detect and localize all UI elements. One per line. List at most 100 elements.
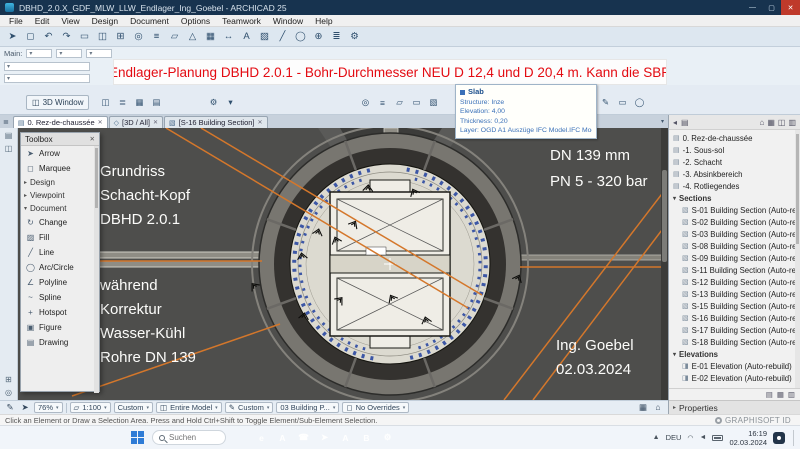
language-indicator[interactable]: DEU <box>666 433 682 442</box>
grid-icon[interactable]: ▦ <box>637 402 649 413</box>
navigator-elevation-item[interactable]: ◨ E-02 Elevation (Auto-rebuild) <box>673 372 800 384</box>
minimize-button[interactable]: — <box>743 0 762 15</box>
edge-browser-icon[interactable]: e <box>254 430 269 445</box>
pen-set-dropdown[interactable]: ✎Custom▾ <box>225 402 274 413</box>
zone-icon[interactable]: ▧ <box>426 96 441 109</box>
archicad-icon[interactable]: A <box>338 430 353 445</box>
column-tool-icon[interactable]: ◎ <box>130 29 147 44</box>
layers-icon[interactable]: ≣ <box>115 96 130 109</box>
navigator-story-item[interactable]: ▤ -3. Absinkbereich <box>673 168 800 180</box>
wifi-icon[interactable]: ◠ <box>687 434 693 442</box>
navigator-group-sections[interactable]: ▾ Sections <box>673 192 800 204</box>
tab-close-icon[interactable]: ✕ <box>258 119 263 126</box>
graphisoft-id[interactable]: GRAPHISOFT ID <box>715 416 795 425</box>
navigator-scrollbar[interactable] <box>795 130 800 388</box>
view-tab[interactable]: ▧ [S-16 Building Section] ✕ <box>164 116 268 128</box>
pencil-icon[interactable]: ✎ <box>4 402 16 413</box>
grid-icon[interactable]: ▦ <box>777 390 784 399</box>
maximize-button[interactable]: ▢ <box>762 0 781 15</box>
window-icon[interactable]: ◫ <box>5 144 13 153</box>
tab-close-icon[interactable]: ✕ <box>153 119 158 126</box>
viewpoint-group[interactable]: ▸ Viewpoint <box>21 189 99 202</box>
navigator-elevation-item[interactable]: ◨ E-01 Elevation (Auto-rebuild) <box>673 360 800 372</box>
toolbox-document-tool[interactable]: ▣ Figure <box>21 320 99 335</box>
home-icon[interactable]: ⌂ <box>759 118 764 127</box>
arrow-icon[interactable]: ➤ <box>19 402 31 413</box>
zoom-icon[interactable]: ⊕ <box>310 29 327 44</box>
menu-item[interactable]: Window <box>267 16 309 26</box>
design-group[interactable]: ▸ Design <box>21 176 99 189</box>
menu-item[interactable]: Options <box>175 16 216 26</box>
target-icon[interactable]: ◎ <box>5 388 12 397</box>
gear-icon[interactable]: ⚙ <box>206 96 221 109</box>
slab-tool-icon[interactable]: ▱ <box>166 29 183 44</box>
search-input[interactable] <box>169 433 219 442</box>
menu-item[interactable]: Design <box>86 16 124 26</box>
acrobat-icon[interactable]: A <box>275 430 290 445</box>
model-icon[interactable]: ◫ <box>778 118 786 127</box>
circle-icon[interactable]: ◯ <box>632 96 647 109</box>
slab-icon[interactable]: ▱ <box>392 96 407 109</box>
toolbox-document-tool[interactable]: ◯ Arc/Circle <box>21 260 99 275</box>
navigator-story-item[interactable]: ▤ -1. Sous-sol <box>673 144 800 156</box>
file-explorer-icon[interactable] <box>233 430 248 445</box>
door-icon[interactable]: ◫ <box>98 96 113 109</box>
tab-close-icon[interactable]: ✕ <box>98 119 103 126</box>
project-map-icon[interactable]: ▤ <box>681 118 689 127</box>
grid-icon[interactable]: ⊞ <box>5 375 12 384</box>
menu-item[interactable]: Help <box>309 16 338 26</box>
toolbox-document-tool[interactable]: + Hotspot <box>21 305 99 320</box>
toolbox-document-tool[interactable]: ∠ Polyline <box>21 275 99 290</box>
taskbar-search[interactable] <box>152 430 226 445</box>
layout-icon[interactable]: ▥ <box>788 118 796 127</box>
wall-icon[interactable]: ▭ <box>409 96 424 109</box>
3d-window-button[interactable]: ◫ 3D Window <box>26 95 89 110</box>
text-tool-icon[interactable]: A <box>238 29 255 44</box>
view-tab[interactable]: ▤ 0. Rez-de-chaussée ✕ <box>13 116 108 128</box>
toolbox-document-tool[interactable]: ↻ Change <box>21 215 99 230</box>
navigator-group-elevations[interactable]: ▾ Elevations <box>673 348 800 360</box>
navigator-story-item[interactable]: ▤ 0. Rez-de-chaussée <box>673 132 800 144</box>
tray-chevron-up-icon[interactable]: ▲ <box>653 434 660 441</box>
navigator-section-item[interactable]: ▧ S-01 Building Section (Auto-rebuild) <box>673 204 800 216</box>
view-tab[interactable]: ◇ [3D / All] ✕ <box>109 116 163 128</box>
arrow-tool[interactable]: ➤ Arrow <box>21 146 99 161</box>
back-icon[interactable]: ◂ <box>673 118 677 127</box>
document-group[interactable]: ▾ Document <box>21 202 99 215</box>
page-icon[interactable]: ▤ <box>5 131 13 140</box>
bimx-icon[interactable]: B <box>359 430 374 445</box>
grid-icon[interactable]: ▦ <box>767 118 775 127</box>
layer-dropdown[interactable]: ▾ <box>56 49 82 58</box>
fill-tool-icon[interactable]: ▨ <box>256 29 273 44</box>
settings-icon[interactable]: ⚙ <box>346 29 363 44</box>
toolbox-document-tool[interactable]: ~ Spline <box>21 290 99 305</box>
navigator-section-item[interactable]: ▧ S-08 Building Section (Auto-rebuild) <box>673 240 800 252</box>
pen-dropdown[interactable]: ▾ <box>86 49 112 58</box>
navigator-section-item[interactable]: ▧ S-13 Building Section (Auto-rebuild) <box>673 288 800 300</box>
navigator-story-item[interactable]: ▤ -4. Rotliegendes <box>673 180 800 192</box>
show-desktop-button[interactable] <box>793 430 795 446</box>
notification-center-icon[interactable] <box>773 432 785 444</box>
line-tool-icon[interactable]: ╱ <box>274 29 291 44</box>
story-icon[interactable]: ▤ <box>149 96 164 109</box>
grid-icon[interactable]: ▦ <box>132 96 147 109</box>
toolbox-close-icon[interactable]: ✕ <box>90 135 95 143</box>
door-tool-icon[interactable]: ◫ <box>94 29 111 44</box>
properties-header[interactable]: ▸ Properties <box>669 400 800 414</box>
overrides-dropdown[interactable]: ◻No Overrides▾ <box>342 402 409 413</box>
battery-icon[interactable] <box>712 435 723 441</box>
menu-item[interactable]: Teamwork <box>216 16 267 26</box>
column-icon[interactable]: ◎ <box>358 96 373 109</box>
settings-app-icon[interactable]: ⚙ <box>380 430 395 445</box>
navigator-section-item[interactable]: ▧ S-15 Building Section (Auto-rebuild) <box>673 300 800 312</box>
layout-icon[interactable]: ▥ <box>788 390 795 399</box>
toolbox-scrollbar[interactable] <box>94 146 99 393</box>
navigator-section-item[interactable]: ▧ S-18 Building Section (Auto-rebuild) <box>673 336 800 348</box>
arrow-tool-icon[interactable]: ➤ <box>4 29 21 44</box>
marquee-tool-icon[interactable]: ◻ <box>22 29 39 44</box>
eraser-icon[interactable]: ▭ <box>615 96 630 109</box>
renovation-filter-dropdown[interactable]: 03 Building P...▾ <box>276 402 339 413</box>
tab-overflow-icon[interactable]: ▾ <box>661 118 664 125</box>
scale-dropdown[interactable]: ▱1:100▾ <box>70 402 111 413</box>
whatsapp-icon[interactable]: ☎ <box>296 430 311 445</box>
